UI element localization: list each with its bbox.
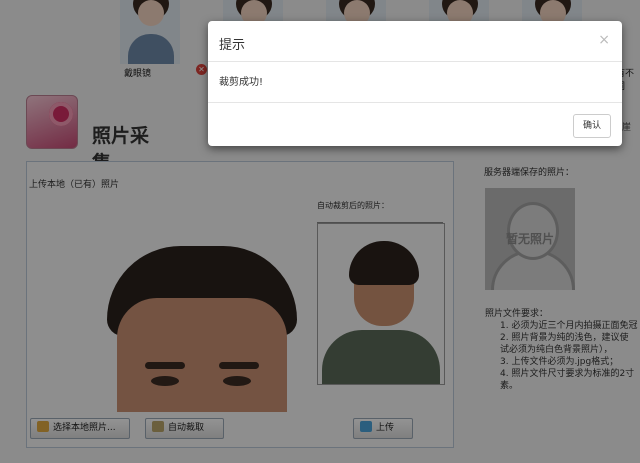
dialog-header: 提示 × [208, 21, 622, 62]
dialog-title: 提示 [219, 34, 245, 53]
confirm-button[interactable]: 确认 [573, 114, 611, 138]
dialog-message: 裁剪成功! [219, 73, 263, 88]
dialog-footer: 确认 [208, 102, 622, 147]
alert-dialog: 提示 × 裁剪成功! 确认 [208, 21, 622, 146]
close-icon[interactable]: × [598, 32, 610, 48]
